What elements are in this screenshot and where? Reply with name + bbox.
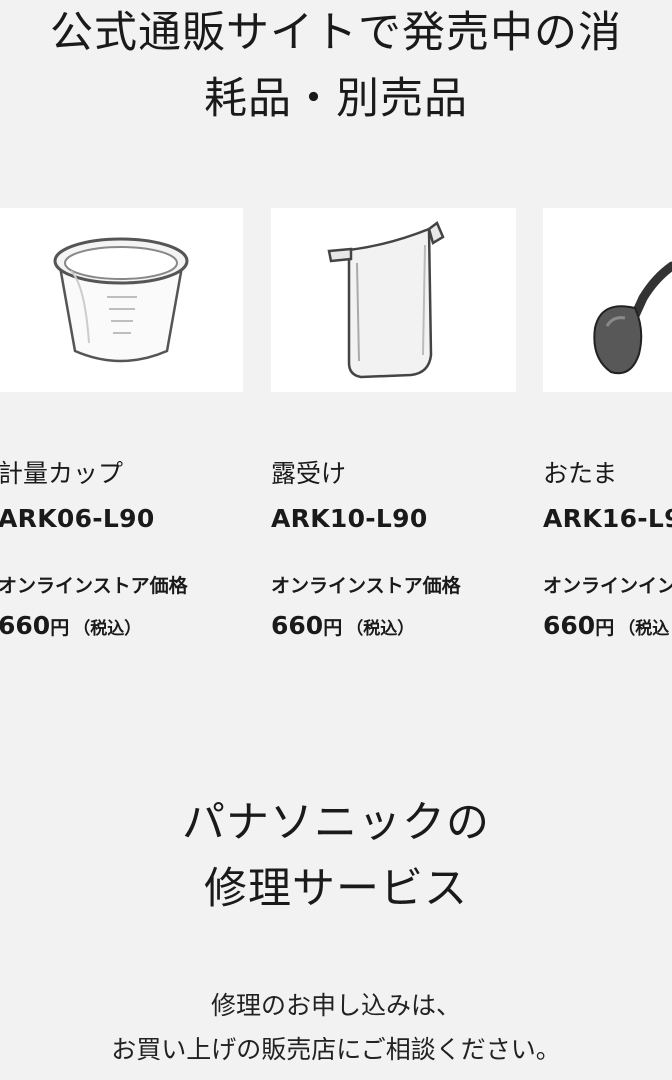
- product-name[interactable]: 露受け: [271, 454, 346, 490]
- price-currency: 円: [50, 617, 70, 639]
- product-model: ARK06-L90: [0, 504, 155, 533]
- repair-notice-line2: お買い上げの販売店にご相談ください。: [111, 1035, 561, 1064]
- price-value: 660: [543, 611, 596, 640]
- repair-notice-line1: 修理のお申し込みは、: [210, 991, 461, 1020]
- product-image[interactable]: [0, 208, 243, 392]
- product-name[interactable]: おたま: [543, 454, 617, 490]
- product-price: 660円 （税込）: [271, 611, 414, 640]
- product-card-ladle[interactable]: おたま ARK16-L9 オンラインインス 660円（税込: [543, 208, 672, 640]
- product-model: ARK16-L9: [543, 504, 672, 533]
- product-card-dew-tray[interactable]: 露受け ARK10-L90 オンラインストア価格 660円 （税込）: [271, 208, 516, 640]
- product-image[interactable]: [271, 208, 516, 392]
- consumables-title-line2: 耗品・別売品: [204, 74, 468, 124]
- product-price: 660円 （税込）: [0, 611, 141, 640]
- price-value: 660: [271, 611, 324, 640]
- repair-service-title: パナソニックの 修理サービス: [0, 790, 672, 922]
- tax-note: （税込）: [346, 619, 415, 639]
- tax-note: （税込: [618, 619, 670, 639]
- price-currency: 円: [323, 617, 343, 639]
- consumables-title-line1: 公式通販サイトで発売中の消: [50, 8, 622, 58]
- product-carousel[interactable]: 計量カップ ARK06-L90 オンラインストア価格 660円 （税込） 露受け …: [0, 208, 672, 668]
- repair-notice: 修理のお申し込みは、 お買い上げの販売店にご相談ください。: [0, 984, 672, 1072]
- measuring-cup-icon: [53, 237, 188, 363]
- price-currency: 円: [595, 617, 615, 639]
- product-name[interactable]: 計量カップ: [0, 454, 123, 490]
- product-card-measuring-cup[interactable]: 計量カップ ARK06-L90 オンラインストア価格 660円 （税込）: [0, 208, 243, 640]
- price-label: オンラインストア価格: [271, 575, 461, 597]
- product-model: ARK10-L90: [271, 504, 428, 533]
- price-value: 660: [0, 611, 51, 640]
- consumables-title: 公式通販サイトで発売中の消 耗品・別売品: [0, 0, 672, 132]
- repair-title-line1: パナソニックの: [182, 798, 490, 848]
- tax-note: （税込）: [73, 619, 142, 639]
- repair-title-line2: 修理サービス: [204, 864, 468, 914]
- price-label: オンラインストア価格: [0, 575, 188, 597]
- product-price: 660円 （税込: [543, 611, 669, 640]
- product-image[interactable]: [543, 208, 672, 392]
- dew-tray-icon: [327, 221, 445, 379]
- ladle-icon: [593, 261, 672, 375]
- price-label: オンラインインス: [543, 575, 672, 597]
